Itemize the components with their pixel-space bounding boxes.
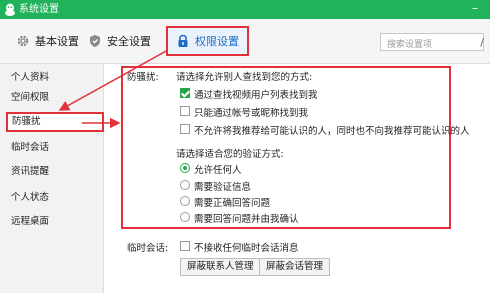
verify-need-message-radio[interactable] (180, 180, 190, 190)
verify-correct-answer-radio[interactable] (180, 196, 190, 206)
verify-answer-confirm-label[interactable]: 需要回答问题并由我确认 (194, 211, 299, 225)
lock-icon (178, 34, 188, 47)
tab-basic-settings[interactable]: 基本设置 (16, 30, 79, 52)
verify-allow-anyone-radio[interactable] (180, 163, 190, 173)
tab-label: 基本设置 (35, 35, 79, 48)
tab-label: 权限设置 (195, 35, 239, 48)
blocked-sessions-button[interactable]: 屏蔽会话管理 (259, 258, 331, 276)
sidebar-item-space-permission[interactable]: 空间权限 (0, 88, 104, 108)
search-edge-glyph: / (480, 36, 484, 49)
tab-label: 安全设置 (107, 35, 151, 48)
qq-penguin-icon (5, 3, 15, 16)
window-title: 系统设置 (19, 4, 59, 15)
sidebar-item-remote-desktop[interactable]: 远程桌面 (0, 212, 104, 232)
sidebar-item-news-alert[interactable]: 资讯提醒 (0, 162, 104, 182)
search-input[interactable]: 搜索设置项 / (380, 33, 484, 51)
verify-answer-confirm-radio[interactable] (180, 212, 190, 222)
find-via-video-list-label[interactable]: 通过查找视频用户列表找到我 (194, 87, 318, 101)
search-placeholder: 搜索设置项 (387, 40, 433, 50)
no-recommend-checkbox[interactable] (180, 124, 190, 134)
block-temp-session-label[interactable]: 不接收任何临时会话消息 (194, 240, 299, 254)
tab-permission-settings[interactable]: 权限设置 (166, 26, 249, 56)
find-by-account-label[interactable]: 只能通过帐号或昵称找到我 (194, 105, 308, 119)
find-via-video-list-checkbox[interactable] (180, 88, 190, 98)
sidebar-item-profile[interactable]: 个人资料 (0, 68, 104, 88)
find-by-account-checkbox[interactable] (180, 106, 190, 116)
verify-method-prompt: 请选择适合您的验证方式: (176, 149, 284, 160)
blocked-contacts-button[interactable]: 屏蔽联系人管理 (180, 258, 261, 276)
settings-toolbar: 基本设置 安全设置 权限设置 搜索设置项 / (0, 19, 490, 64)
verify-allow-anyone-label[interactable]: 允许任何人 (194, 162, 242, 176)
verify-correct-answer-label[interactable]: 需要正确回答问题 (194, 195, 270, 209)
no-recommend-label[interactable]: 不允许将我推荐给可能认识的人，同时也不向我推荐可能认识的人 (194, 123, 470, 137)
temp-session-label: 临时会话: (127, 243, 169, 254)
find-method-prompt: 请选择允许别人查找到您的方式: (176, 72, 313, 83)
sidebar-item-temp-session[interactable]: 临时会话 (0, 138, 104, 158)
tab-security-settings[interactable]: 安全设置 (88, 30, 151, 52)
gear-icon (17, 35, 29, 47)
minimize-button[interactable]: – (468, 2, 482, 16)
shield-icon (90, 35, 100, 47)
block-temp-session-checkbox[interactable] (180, 241, 190, 251)
sidebar-item-status[interactable]: 个人状态 (0, 188, 104, 208)
verify-need-message-label[interactable]: 需要验证信息 (194, 179, 251, 193)
title-bar: 系统设置 – (0, 0, 490, 19)
sidebar: 个人资料 空间权限 防骚扰 临时会话 资讯提醒 个人状态 远程桌面 (0, 64, 104, 293)
sidebar-item-anti-harassment[interactable]: 防骚扰 (6, 112, 104, 132)
